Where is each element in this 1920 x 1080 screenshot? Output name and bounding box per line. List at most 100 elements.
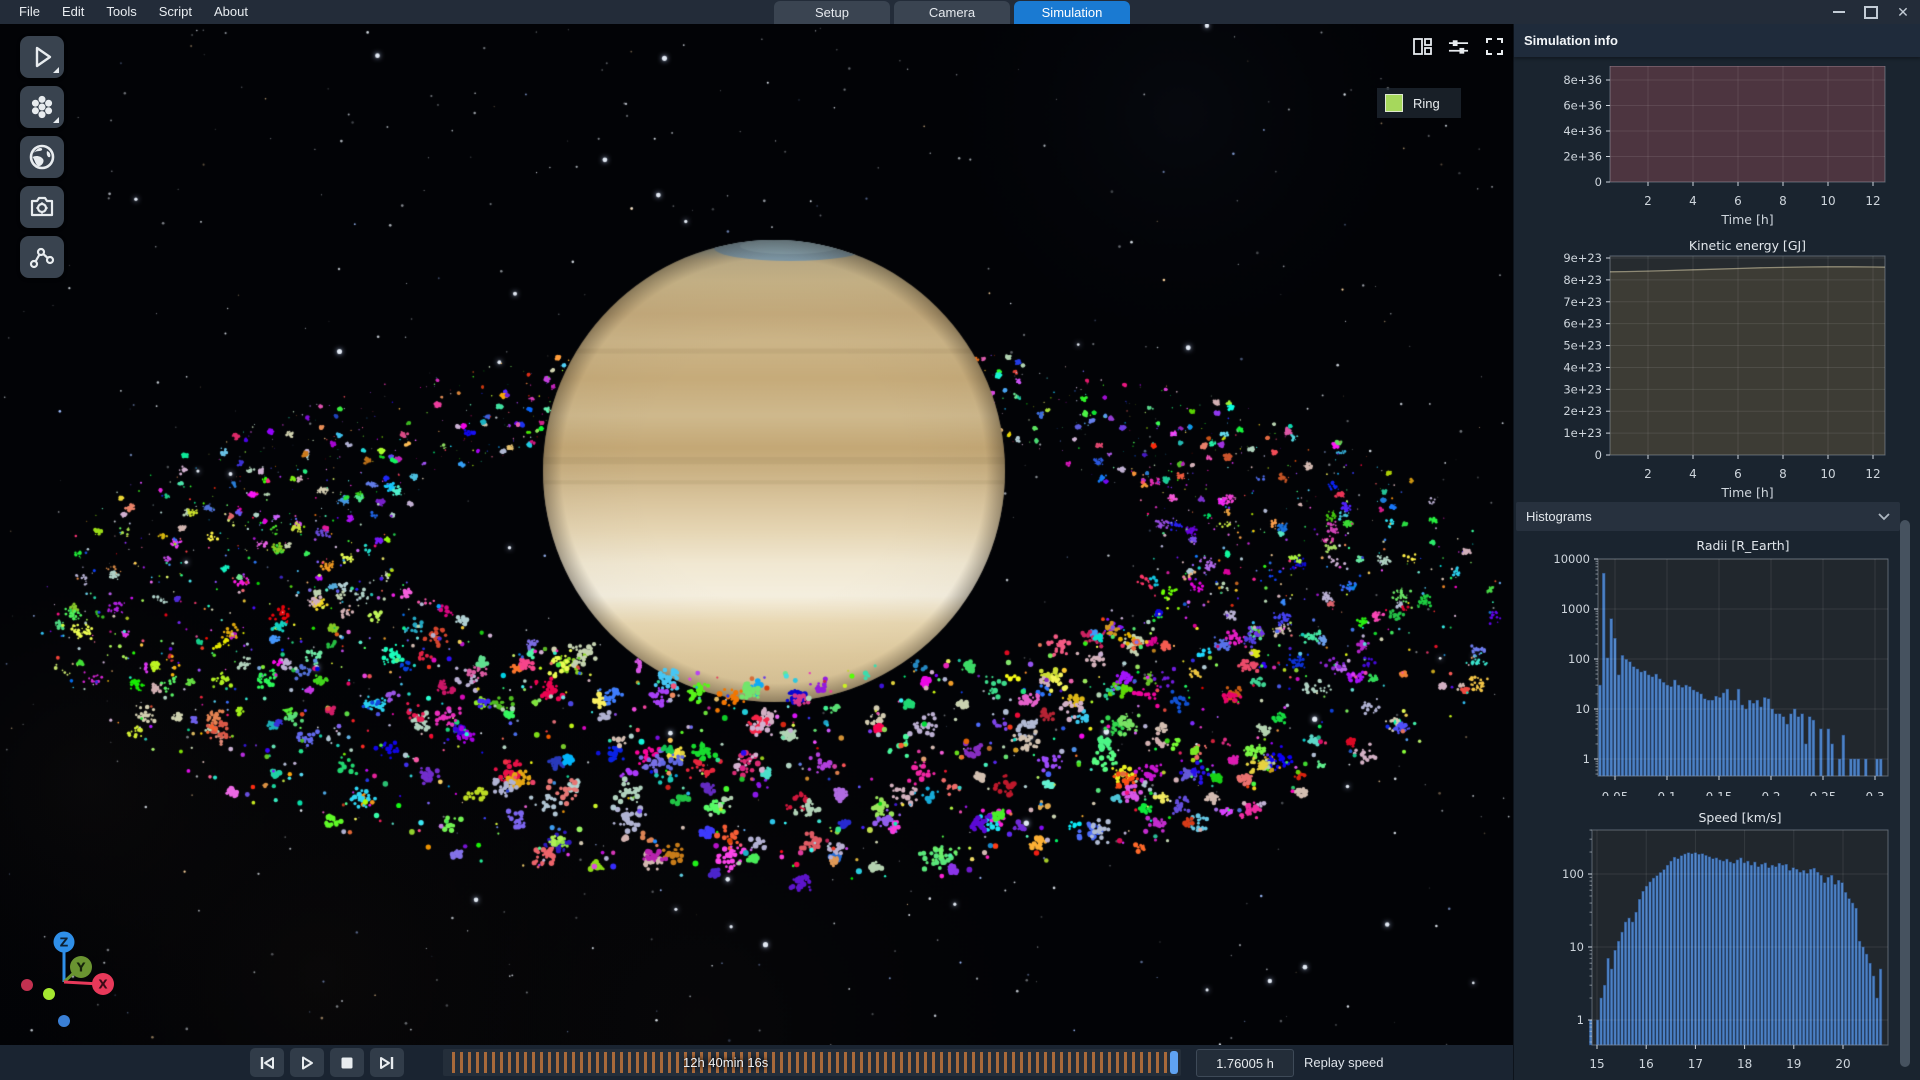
svg-text:4: 4 [1689,467,1697,481]
mode-tabs: Setup Camera Simulation [774,1,1130,24]
svg-text:1e+23: 1e+23 [1563,426,1602,440]
simulation-scene-canvas[interactable] [0,24,1513,1045]
chart-energy-top: 02e+364e+366e+368e+3624681012Time [h] [1513,66,1898,234]
tab-camera[interactable]: Camera [894,1,1010,24]
svg-text:X: X [98,978,108,992]
chevron-down-icon [1878,513,1890,521]
svg-text:10000: 10000 [1553,552,1590,566]
transport-controls [250,1048,404,1077]
replay-speed-value[interactable]: 1.76005 h [1196,1049,1294,1077]
svg-text:8e+23: 8e+23 [1563,273,1602,287]
replay-speed-label: Replay speed [1304,1049,1384,1077]
svg-text:Speed [km/s]: Speed [km/s] [1698,810,1781,825]
svg-text:5e+23: 5e+23 [1563,339,1602,353]
svg-text:8: 8 [1779,467,1787,481]
svg-text:4e+36: 4e+36 [1563,124,1602,138]
svg-text:19: 19 [1786,1057,1801,1071]
flyout-corner-icon [53,67,59,73]
play-outline-icon [29,44,55,70]
svg-text:10: 10 [1820,194,1835,208]
viewport-3d[interactable]: Ring Z Y X [0,24,1513,1045]
menu-tools[interactable]: Tools [95,0,147,24]
menu-edit[interactable]: Edit [51,0,95,24]
play-scene-button[interactable] [20,36,64,78]
layout-panels-icon[interactable] [1412,36,1433,57]
svg-text:3e+23: 3e+23 [1563,382,1602,396]
svg-text:Y: Y [76,961,86,975]
minimize-icon[interactable] [1828,2,1850,22]
svg-text:15: 15 [1589,1057,1604,1071]
svg-text:6e+23: 6e+23 [1563,317,1602,331]
svg-text:Time [h]: Time [h] [1720,212,1773,227]
svg-text:0.05: 0.05 [1602,790,1629,796]
svg-text:1: 1 [1583,752,1590,766]
globe-button[interactable] [20,136,64,178]
menu-file[interactable]: File [8,0,51,24]
svg-text:0.3: 0.3 [1865,790,1884,796]
skip-to-end-button[interactable] [370,1048,404,1077]
svg-text:2e+23: 2e+23 [1563,404,1602,418]
svg-text:Kinetic energy [GJ]: Kinetic energy [GJ] [1689,238,1806,253]
chart-speed-histogram: 110100151617181920Speed [km/s] [1513,808,1898,1080]
window-controls: ✕ [1828,0,1914,24]
timeline-time-label: 12h 40min 16s [683,1049,768,1076]
svg-text:16: 16 [1639,1057,1654,1071]
scrollbar-thumb[interactable] [1900,520,1910,1067]
viewport-overlay-icons [1412,36,1505,57]
chart-kinetic-energy: 01e+232e+233e+234e+235e+236e+237e+238e+2… [1513,234,1898,502]
axis-gizmo[interactable]: Z Y X [14,928,124,1038]
camera-gear-icon [28,193,56,221]
svg-text:4: 4 [1689,194,1697,208]
svg-text:2e+36: 2e+36 [1563,150,1602,164]
svg-text:0: 0 [1595,448,1602,462]
legend-swatch [1385,94,1403,112]
menu-script[interactable]: Script [148,0,203,24]
particles-button[interactable] [20,86,64,128]
svg-text:6: 6 [1734,467,1742,481]
svg-text:0.1: 0.1 [1657,790,1676,796]
svg-text:0.15: 0.15 [1706,790,1733,796]
sidebar-title: Simulation info [1514,24,1920,57]
svg-text:0.25: 0.25 [1810,790,1837,796]
close-icon[interactable]: ✕ [1892,2,1914,22]
svg-text:9e+23: 9e+23 [1563,251,1602,265]
axis-neg-z-dot [58,1015,70,1027]
sidebar-scrollbar [1898,60,1913,1077]
menu-bar: File Edit Tools Script About Setup Camer… [0,0,1920,24]
svg-text:8e+36: 8e+36 [1563,73,1602,87]
tab-setup[interactable]: Setup [774,1,890,24]
svg-text:Z: Z [60,936,69,950]
histograms-label: Histograms [1526,509,1592,524]
svg-text:2: 2 [1644,194,1652,208]
fullscreen-icon[interactable] [1484,36,1505,57]
adjust-sliders-icon[interactable] [1448,36,1469,57]
series-legend[interactable]: Ring [1377,88,1461,118]
svg-text:100: 100 [1562,867,1584,881]
svg-text:12: 12 [1865,467,1880,481]
timeline-keyframe-ticks [447,1052,1167,1073]
svg-text:Time [h]: Time [h] [1720,485,1773,500]
graph-nodes-button[interactable] [20,236,64,278]
svg-text:20: 20 [1835,1057,1850,1071]
play-button[interactable] [290,1048,324,1077]
timeline-playhead-handle[interactable] [1170,1051,1178,1074]
menu-about[interactable]: About [203,0,259,24]
tab-simulation[interactable]: Simulation [1014,1,1130,24]
axis-neg-x-dot [21,979,33,991]
timeline-track[interactable]: 12h 40min 16s [443,1049,1181,1076]
histograms-section-header[interactable]: Histograms [1516,502,1900,531]
camera-settings-button[interactable] [20,186,64,228]
stop-button[interactable] [330,1048,364,1077]
svg-text:10: 10 [1575,702,1590,716]
playback-bar: 12h 40min 16s 1.76005 h Replay speed [0,1045,1513,1080]
svg-text:17: 17 [1688,1057,1703,1071]
svg-text:1000: 1000 [1561,602,1590,616]
svg-text:8: 8 [1779,194,1787,208]
svg-text:10: 10 [1569,940,1584,954]
maximize-icon[interactable] [1860,2,1882,22]
svg-text:Radii [R_Earth]: Radii [R_Earth] [1696,538,1789,553]
globe-icon [28,143,56,171]
svg-text:12: 12 [1865,194,1880,208]
flyout-corner-icon [53,117,59,123]
skip-to-start-button[interactable] [250,1048,284,1077]
